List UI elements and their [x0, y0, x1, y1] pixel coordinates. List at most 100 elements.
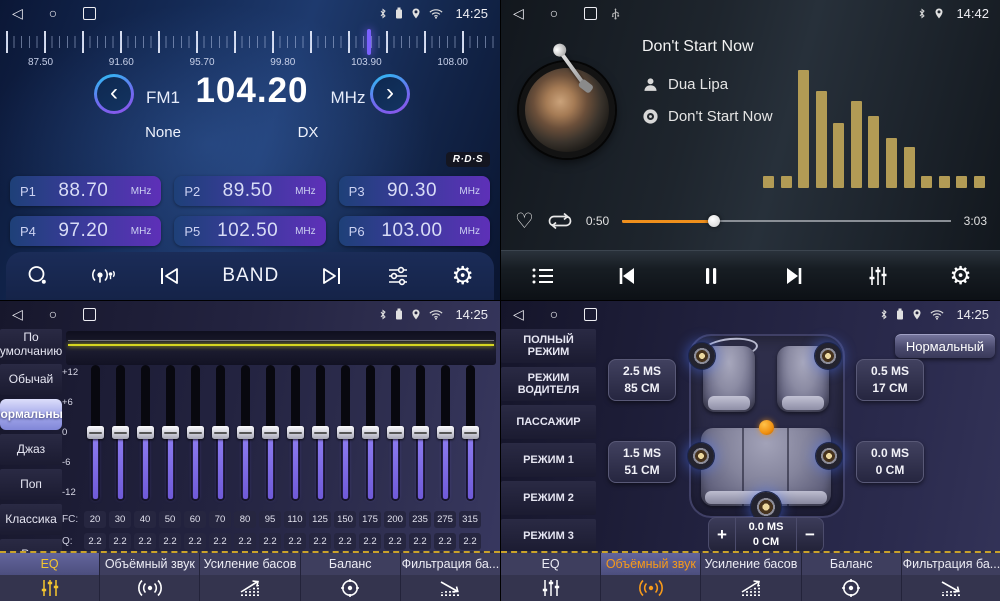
recents-icon[interactable] — [83, 308, 96, 321]
mode-1[interactable]: РЕЖИМ 1 — [501, 443, 596, 477]
recents-icon[interactable] — [584, 7, 597, 20]
band-button[interactable]: BAND — [222, 265, 279, 287]
eq-band-slider[interactable] — [259, 365, 281, 501]
bass-boost-tab-icon[interactable] — [701, 575, 801, 601]
next-station-icon[interactable] — [319, 264, 345, 288]
tab-eq[interactable]: EQ — [0, 553, 100, 575]
seek-bar[interactable] — [622, 214, 950, 228]
tab-filter[interactable]: Фильтрация ба... — [401, 553, 500, 575]
q-value[interactable]: 2.2 — [209, 533, 231, 550]
mode-3[interactable]: РЕЖИМ 3 — [501, 519, 596, 553]
eq-tab-icon[interactable] — [0, 575, 100, 601]
next-track-icon[interactable] — [781, 264, 807, 288]
eq-preset-custom[interactable]: Обычай — [0, 364, 62, 395]
eq-preset-jazz[interactable]: Джаз — [0, 434, 62, 465]
tab-bass-boost[interactable]: Усиление басов — [701, 553, 801, 575]
fc-value[interactable]: 125 — [309, 511, 331, 528]
increase-delay-button[interactable]: + — [709, 518, 735, 552]
eq-band-slider[interactable] — [409, 365, 431, 501]
balance-tab-icon[interactable] — [301, 575, 401, 601]
slider-handle[interactable] — [262, 426, 279, 439]
fc-value[interactable]: 200 — [384, 511, 406, 528]
tab-bass-boost[interactable]: Усиление басов — [200, 553, 300, 575]
eq-preset-default[interactable]: По умолчанию — [0, 329, 62, 360]
tab-filter[interactable]: Фильтрация ба... — [902, 553, 1000, 575]
rear-left-delay-button[interactable]: 1.5 MS51 CM — [608, 441, 676, 483]
slider-handle[interactable] — [462, 426, 479, 439]
fc-value[interactable]: 275 — [434, 511, 456, 528]
q-value[interactable]: 2.2 — [159, 533, 181, 550]
eq-band-slider[interactable] — [384, 365, 406, 501]
preset-button-4[interactable]: P497.20MHz — [10, 216, 161, 246]
favorite-icon[interactable]: ♡ — [515, 211, 534, 232]
mode-passenger[interactable]: ПАССАЖИР — [501, 405, 596, 439]
eq-band-slider[interactable] — [334, 365, 356, 501]
front-left-delay-button[interactable]: 2.5 MS85 CM — [608, 359, 676, 401]
recents-icon[interactable] — [83, 7, 96, 20]
eq-band-slider[interactable] — [109, 365, 131, 501]
tab-balance[interactable]: Баланс — [802, 553, 902, 575]
back-icon[interactable]: ◁ — [513, 0, 524, 26]
eq-tab-icon[interactable] — [501, 575, 601, 601]
broadcast-icon[interactable] — [90, 264, 116, 288]
eq-band-slider[interactable] — [234, 365, 256, 501]
mode-2[interactable]: РЕЖИМ 2 — [501, 481, 596, 515]
slider-handle[interactable] — [387, 426, 404, 439]
previous-station-icon[interactable] — [156, 264, 182, 288]
slider-handle[interactable] — [362, 426, 379, 439]
eq-band-slider[interactable] — [359, 365, 381, 501]
eq-band-slider[interactable] — [184, 365, 206, 501]
slider-handle[interactable] — [412, 426, 429, 439]
slider-handle[interactable] — [137, 426, 154, 439]
q-value[interactable]: 2.2 — [259, 533, 281, 550]
slider-handle[interactable] — [312, 426, 329, 439]
fc-value[interactable]: 70 — [209, 511, 231, 528]
decrease-delay-button[interactable]: − — [797, 518, 823, 552]
mode-driver[interactable]: РЕЖИМ ВОДИТЕЛЯ — [501, 367, 596, 401]
tab-surround[interactable]: Объёмный звук — [100, 553, 200, 575]
rear-right-delay-button[interactable]: 0.0 MS0 CM — [856, 441, 924, 483]
slider-handle[interactable] — [287, 426, 304, 439]
tuning-dial[interactable] — [6, 31, 494, 53]
slider-handle[interactable] — [162, 426, 179, 439]
filter-tab-icon[interactable] — [902, 575, 1000, 601]
back-icon[interactable]: ◁ — [12, 0, 23, 26]
eq-band-slider[interactable] — [84, 365, 106, 501]
sound-preset-button[interactable]: Нормальный — [895, 334, 995, 358]
fc-value[interactable]: 95 — [259, 511, 281, 528]
preset-button-2[interactable]: P289.50MHz — [174, 176, 325, 206]
tune-up-button[interactable]: › — [370, 74, 410, 114]
front-right-speaker-icon[interactable] — [815, 343, 841, 369]
slider-handle[interactable] — [87, 426, 104, 439]
q-value[interactable]: 2.2 — [459, 533, 481, 550]
pause-icon[interactable] — [699, 264, 723, 288]
q-value[interactable]: 2.2 — [134, 533, 156, 550]
eq-band-slider[interactable] — [309, 365, 331, 501]
fc-value[interactable]: 150 — [334, 511, 356, 528]
slider-handle[interactable] — [187, 426, 204, 439]
fc-value[interactable]: 60 — [184, 511, 206, 528]
eq-band-slider[interactable] — [134, 365, 156, 501]
eq-band-slider[interactable] — [459, 365, 481, 501]
q-value[interactable]: 2.2 — [234, 533, 256, 550]
surround-tab-icon[interactable] — [100, 575, 200, 601]
front-right-delay-button[interactable]: 0.5 MS17 CM — [856, 359, 924, 401]
fc-value[interactable]: 175 — [359, 511, 381, 528]
q-value[interactable]: 2.2 — [384, 533, 406, 550]
slider-handle[interactable] — [112, 426, 129, 439]
fc-value[interactable]: 30 — [109, 511, 131, 528]
slider-handle[interactable] — [237, 426, 254, 439]
eq-band-slider[interactable] — [159, 365, 181, 501]
tab-eq[interactable]: EQ — [501, 553, 601, 575]
q-value[interactable]: 2.2 — [284, 533, 306, 550]
home-icon[interactable]: ○ — [550, 0, 558, 26]
eq-band-slider[interactable] — [209, 365, 231, 501]
preset-button-3[interactable]: P390.30MHz — [339, 176, 490, 206]
eq-preset-normal[interactable]: Нормальный — [0, 399, 62, 430]
eq-band-slider[interactable] — [284, 365, 306, 501]
eq-preset-pop[interactable]: Поп — [0, 469, 62, 500]
previous-track-icon[interactable] — [614, 264, 640, 288]
recents-icon[interactable] — [584, 308, 597, 321]
preset-button-5[interactable]: P5102.50MHz — [174, 216, 325, 246]
q-value[interactable]: 2.2 — [184, 533, 206, 550]
